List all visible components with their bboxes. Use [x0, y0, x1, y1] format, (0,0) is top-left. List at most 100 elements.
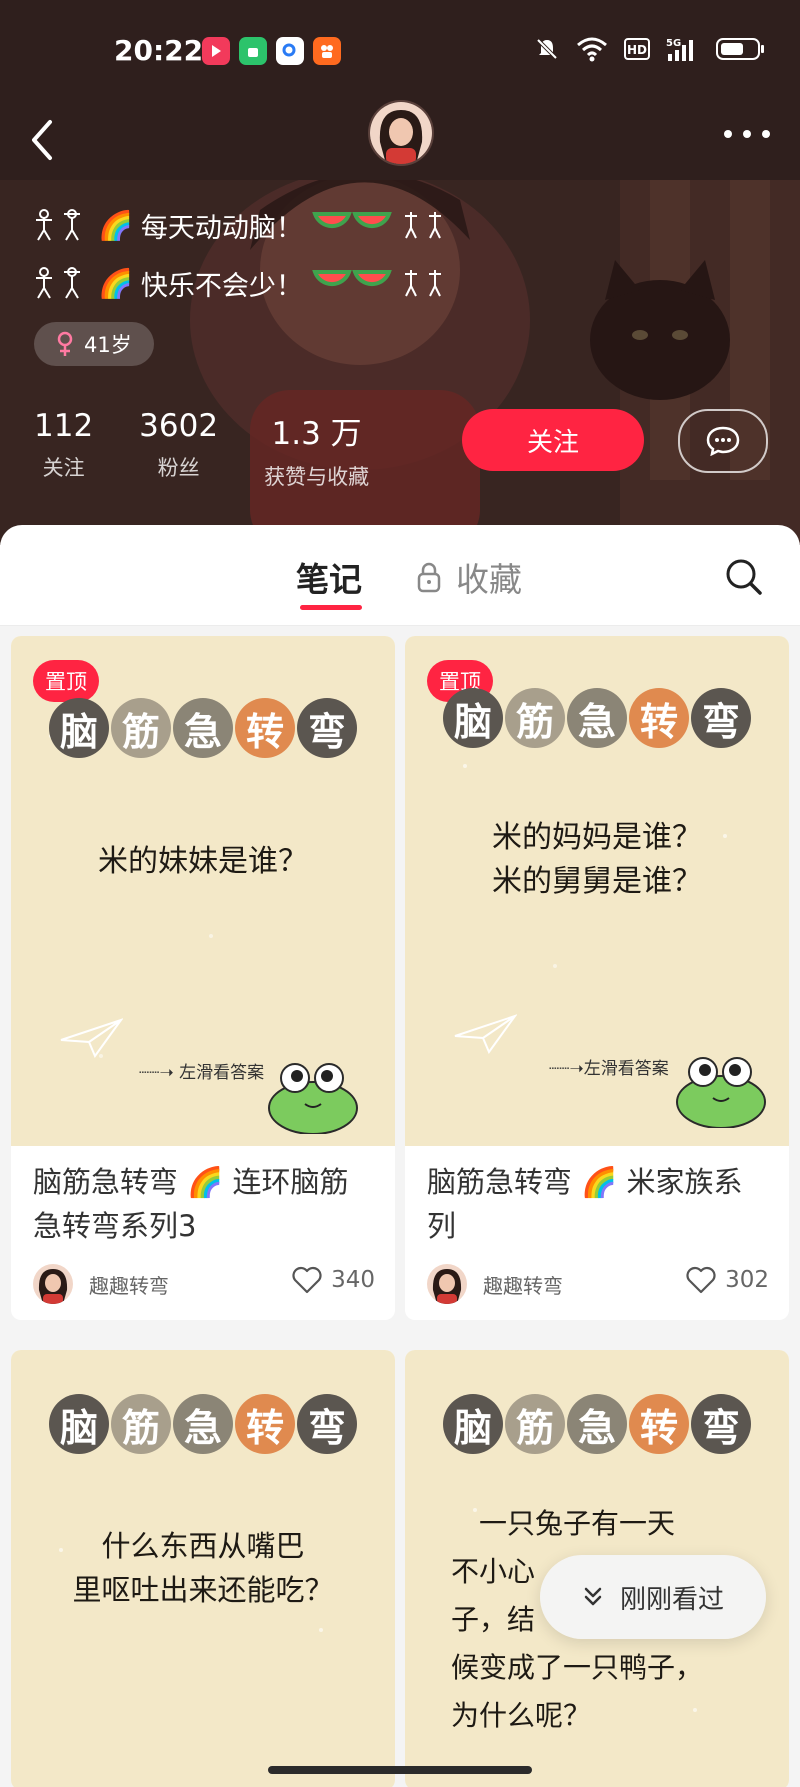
like-count: 340	[331, 1267, 375, 1293]
pinned-badge: 置顶	[33, 660, 99, 702]
frog-icon	[268, 1063, 358, 1134]
more-options-button[interactable]	[724, 124, 770, 144]
dancing-figures-icon	[36, 209, 80, 241]
like-button[interactable]: 302	[685, 1266, 769, 1294]
riddle-line: 候变成了一只鸭子，	[451, 1651, 704, 1684]
stat-label: 粉丝	[157, 456, 200, 480]
cover-title-char: 脑	[443, 1394, 503, 1454]
cover-title-char: 急	[567, 1394, 627, 1454]
kuaishou-app-icon	[313, 37, 341, 65]
chevron-left-icon	[32, 120, 52, 160]
search-button[interactable]	[722, 555, 766, 599]
cover-title-char: 筋	[505, 688, 565, 748]
mute-icon	[536, 38, 558, 60]
cover-title-char: 弯	[691, 688, 751, 748]
tab-notes[interactable]: 笔记	[296, 553, 362, 601]
chat-bubble-icon	[706, 426, 740, 456]
video-app-icon	[202, 37, 230, 65]
author-name[interactable]: 趣趣转弯	[89, 1270, 169, 1299]
author-avatar[interactable]	[427, 1264, 467, 1304]
svg-text:HD: HD	[627, 43, 647, 57]
cover-title-char: 转	[235, 1394, 295, 1454]
rainbow-icon: 🌈	[98, 266, 133, 300]
stat-likes-collects[interactable]: 1.3 万 获赞与收藏	[264, 408, 369, 491]
bio-line: 🌈 快乐不会少！	[32, 254, 447, 312]
note-title[interactable]: 脑筋急转弯 🌈 米家族系列	[405, 1146, 789, 1248]
riddle-line: 米的妹妹是谁？	[98, 844, 308, 879]
bio-line: 🌈 每天动动脑！	[32, 196, 447, 254]
double-chevron-down-icon	[584, 1587, 602, 1606]
cover-title-char: 弯	[297, 698, 357, 758]
riddle-line: 米的舅舅是谁？	[492, 864, 702, 899]
gender-age-badge: 41岁	[34, 322, 154, 366]
cover-title: 脑 筋 急 转 弯	[443, 688, 751, 748]
paper-plane-icon	[60, 1018, 123, 1058]
notification-app-icons	[202, 37, 341, 65]
cover-title-char: 急	[567, 688, 627, 748]
message-button[interactable]	[678, 409, 768, 473]
dashed-arrow-icon: ┈┈➝	[549, 1059, 584, 1079]
more-dot-icon	[743, 130, 751, 138]
back-button[interactable]	[30, 110, 70, 170]
svg-text:5G: 5G	[666, 38, 681, 49]
swipe-hint-text: 左滑看答案	[583, 1059, 669, 1079]
rainbow-icon: 🌈	[98, 208, 133, 242]
marching-figures-icon	[404, 270, 441, 297]
tab-collect-label: 收藏	[456, 560, 522, 599]
tab-collect[interactable]: 收藏	[416, 553, 522, 601]
note-cover[interactable]: 置顶 脑 筋 急 转 弯 米的妹妹是谁？ ┈┈➝ 左滑看答案	[11, 636, 395, 1146]
cover-title-char: 急	[173, 698, 233, 758]
content-tabs: 笔记 收藏	[0, 525, 800, 626]
riddle-line: 为什么呢？	[451, 1699, 592, 1732]
cover-title: 脑 筋 急 转 弯	[443, 1394, 751, 1454]
stat-following[interactable]: 112 关注	[34, 408, 93, 491]
note-card[interactable]: 置顶 脑 筋 急 转 弯 米的妈妈是谁？ 米的舅舅是谁？ ┈┈➝左滑看答案 脑筋…	[405, 636, 789, 1320]
riddle-text: 什么东西从嘴巴 里呕吐出来还能吃？	[11, 1524, 395, 1612]
shopping-app-icon	[239, 37, 267, 65]
hd-icon: HD	[624, 38, 650, 60]
cover-title-char: 脑	[49, 698, 109, 758]
cover-title-char: 筋	[111, 698, 171, 758]
more-dot-icon	[724, 130, 732, 138]
note-meta: 趣趣转弯 340	[11, 1248, 395, 1320]
note-title[interactable]: 脑筋急转弯 🌈 连环脑筋急转弯系列3	[11, 1146, 395, 1248]
home-indicator[interactable]	[268, 1766, 532, 1774]
cover-title-char: 转	[235, 698, 295, 758]
recently-viewed-button[interactable]: 刚刚看过	[540, 1555, 766, 1639]
profile-nav-bar	[0, 100, 800, 180]
like-count: 302	[725, 1267, 769, 1293]
cover-title-char: 脑	[49, 1394, 109, 1454]
marching-figures-icon	[404, 212, 441, 239]
cover-title-char: 筋	[111, 1394, 171, 1454]
female-icon	[57, 331, 73, 356]
stat-followers[interactable]: 3602 粉丝	[139, 408, 218, 491]
like-button[interactable]: 340	[291, 1266, 375, 1294]
author-name[interactable]: 趣趣转弯	[483, 1270, 563, 1299]
more-dot-icon	[762, 130, 770, 138]
cover-title-char: 脑	[443, 688, 503, 748]
user-avatar[interactable]	[368, 100, 434, 166]
note-cover[interactable]: 脑 筋 急 转 弯 什么东西从嘴巴 里呕吐出来还能吃？	[11, 1350, 395, 1787]
heart-icon	[686, 1266, 716, 1294]
status-bar: 20:22 HD 5G	[0, 0, 800, 100]
profile-header: 20:22 HD 5G 🌈 每天动动脑！ 🌈 快乐不会少！ 41岁 112 关注…	[0, 0, 800, 545]
swipe-hint: ┈┈➝左滑看答案	[549, 1054, 669, 1079]
stat-label: 关注	[42, 456, 85, 480]
stat-number: 1.3 万	[271, 416, 362, 452]
frog-icon	[676, 1057, 766, 1128]
note-card[interactable]: 脑 筋 急 转 弯 什么东西从嘴巴 里呕吐出来还能吃？	[11, 1350, 395, 1787]
battery-icon	[716, 38, 764, 60]
author-avatar[interactable]	[33, 1264, 73, 1304]
stat-number: 3602	[139, 408, 219, 444]
cover-title-char: 转	[629, 1394, 689, 1454]
cover-title: 脑 筋 急 转 弯	[49, 698, 357, 758]
signal-5g-icon: 5G	[666, 38, 693, 61]
note-card[interactable]: 置顶 脑 筋 急 转 弯 米的妹妹是谁？ ┈┈➝ 左滑看答案 脑筋急转弯 🌈 连…	[11, 636, 395, 1320]
follow-button[interactable]: 关注	[462, 409, 644, 471]
watermelon-icon	[312, 270, 392, 287]
wifi-icon	[577, 37, 607, 62]
swipe-hint-text: 左滑看答案	[179, 1063, 265, 1083]
riddle-line: 什么东西从嘴巴	[101, 1529, 305, 1563]
bio-text: 每天动动脑！	[140, 212, 303, 244]
note-cover[interactable]: 置顶 脑 筋 急 转 弯 米的妈妈是谁？ 米的舅舅是谁？ ┈┈➝左滑看答案	[405, 636, 789, 1146]
